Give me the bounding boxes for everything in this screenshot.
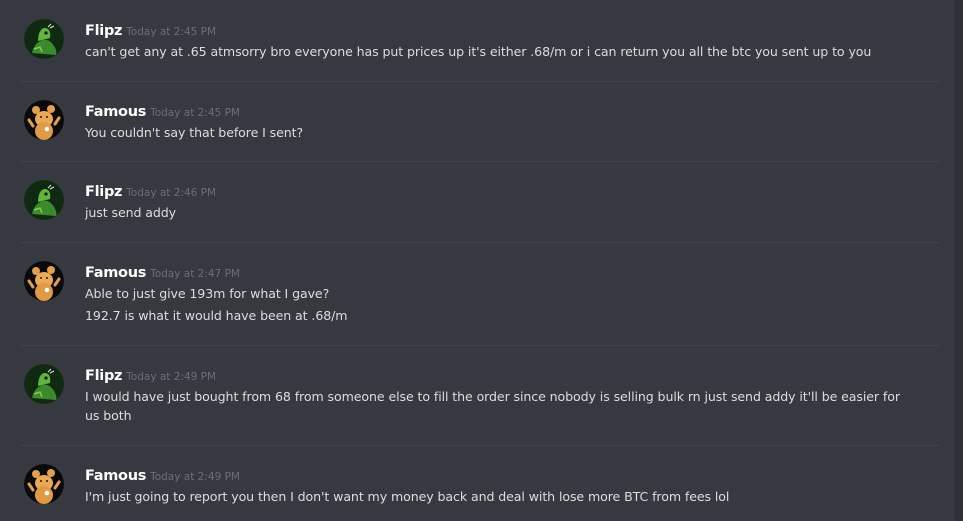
cartoon-bear-avatar-icon <box>24 261 64 301</box>
timestamp: Today at 2:49 PM <box>150 471 240 483</box>
green-creature-avatar-icon <box>24 19 64 59</box>
message-text: 192.7 is what it would have been at .68/… <box>85 308 348 323</box>
username[interactable]: Flipz <box>85 184 122 200</box>
chat-message-list: Flipz Today at 2:45 PM can't get any at .… <box>0 0 963 521</box>
username[interactable]: Flipz <box>85 368 122 384</box>
message-header: Famous Today at 2:47 PM <box>85 262 240 282</box>
message-text: I would have just bought from 68 from so… <box>85 389 900 404</box>
timestamp: Today at 2:46 PM <box>126 187 217 199</box>
message-text: You couldn't say that before I sent? <box>85 125 304 140</box>
user-avatar[interactable] <box>24 180 64 220</box>
message-header: Flipz Today at 2:46 PM <box>85 181 216 201</box>
message-header: Famous Today at 2:45 PM <box>85 101 240 121</box>
user-avatar[interactable] <box>24 19 64 59</box>
user-avatar[interactable] <box>24 100 64 140</box>
message-divider <box>20 81 940 82</box>
timestamp: Today at 2:47 PM <box>150 268 240 280</box>
timestamp: Today at 2:45 PM <box>126 26 217 38</box>
username[interactable]: Famous <box>85 468 146 484</box>
user-avatar[interactable] <box>24 364 64 404</box>
message-header: Famous Today at 2:49 PM <box>85 465 240 485</box>
cartoon-bear-avatar-icon <box>24 100 64 140</box>
username[interactable]: Flipz <box>85 23 122 39</box>
timestamp: Today at 2:45 PM <box>150 107 240 119</box>
username[interactable]: Famous <box>85 265 146 281</box>
user-avatar[interactable] <box>24 464 64 504</box>
message-text: Able to just give 193m for what I gave? <box>85 286 330 301</box>
message-divider <box>20 345 940 346</box>
message-header: Flipz Today at 2:45 PM <box>85 20 216 40</box>
message-divider <box>20 445 940 446</box>
message-text: can't get any at .65 atmsorry bro everyo… <box>85 44 872 59</box>
message-text: just send addy <box>85 205 177 220</box>
message-divider <box>20 242 940 243</box>
username[interactable]: Famous <box>85 104 146 120</box>
timestamp: Today at 2:49 PM <box>126 371 217 383</box>
message-text: us both <box>85 408 132 423</box>
message-divider <box>20 161 940 162</box>
cartoon-bear-avatar-icon <box>24 464 64 504</box>
scrollbar-track[interactable] <box>955 0 963 521</box>
green-creature-avatar-icon <box>24 364 64 404</box>
message-text: I'm just going to report you then I don'… <box>85 489 730 504</box>
green-creature-avatar-icon <box>24 180 64 220</box>
message-header: Flipz Today at 2:49 PM <box>85 365 216 385</box>
user-avatar[interactable] <box>24 261 64 301</box>
